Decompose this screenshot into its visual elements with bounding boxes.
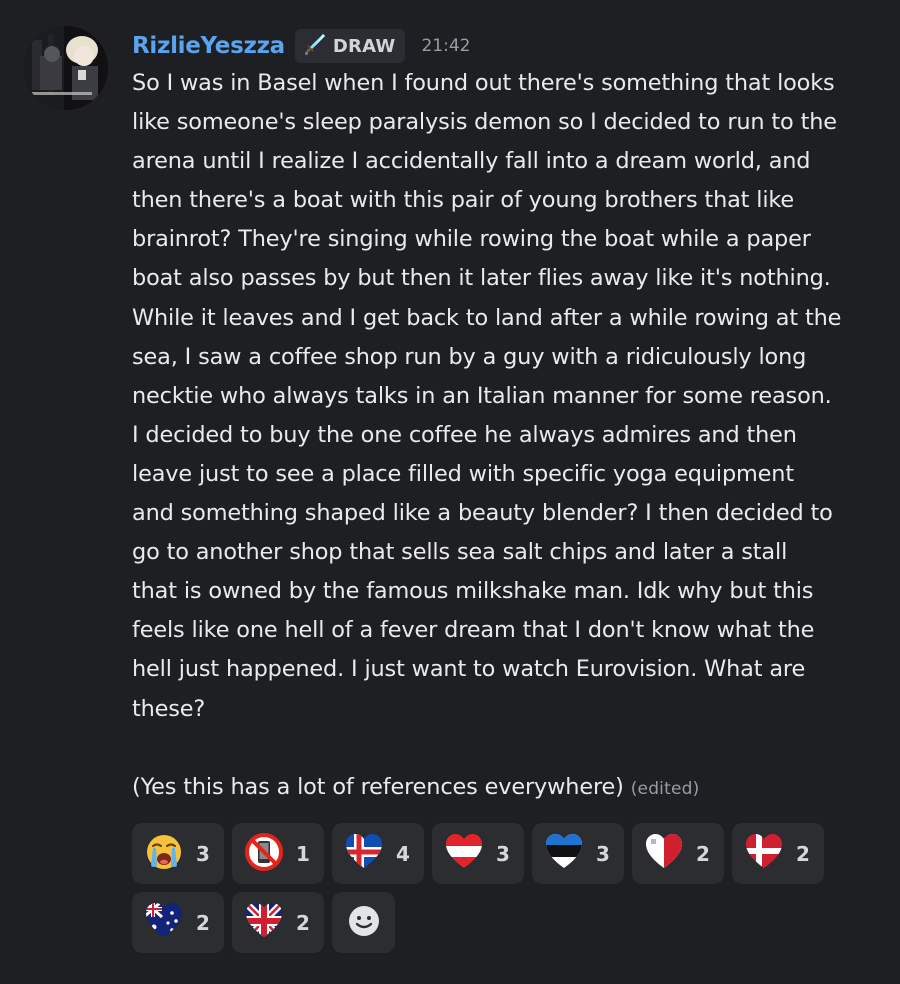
reaction-malta-heart[interactable]: 2 <box>632 823 724 884</box>
reaction-iceland-heart[interactable]: 4 <box>332 823 424 884</box>
timestamp[interactable]: 21:42 <box>421 36 470 56</box>
reaction-count: 1 <box>296 841 310 866</box>
message-line: arena until I realize I accidentally fal… <box>132 148 811 175</box>
message-line: feels like one hell of a fever dream tha… <box>132 617 815 644</box>
reaction-count: 2 <box>796 841 810 866</box>
message-line: sea, I saw a coffee shop run by a guy wi… <box>132 343 807 370</box>
loudly-crying-face-icon <box>144 832 184 876</box>
user-avatar[interactable] <box>24 26 108 110</box>
reaction-no-mobile-phones[interactable]: 1 <box>232 823 324 884</box>
edited-label[interactable]: (edited) <box>631 779 700 799</box>
reaction-count: 2 <box>696 841 710 866</box>
message-line: go to another shop that sells sea salt c… <box>132 539 788 566</box>
no-mobile-phones-icon <box>244 832 284 876</box>
reaction-count: 2 <box>296 910 310 935</box>
reaction-count: 3 <box>496 841 510 866</box>
message-line: like someone's sleep paralysis demon so … <box>132 109 837 136</box>
message-line: I decided to buy the one coffee he alway… <box>132 421 797 448</box>
reaction-austria-heart[interactable]: 3 <box>432 823 524 884</box>
message-line: then there's a boat with this pair of yo… <box>132 187 795 214</box>
reaction-count: 4 <box>396 841 410 866</box>
message-line: While it leaves and I get back to land a… <box>132 304 842 331</box>
message-line: these? <box>132 695 206 722</box>
reaction-count: 3 <box>596 841 610 866</box>
message-line: hell just happened. I just want to watch… <box>132 656 806 683</box>
guild-tag[interactable]: DRAW <box>294 29 406 63</box>
paragraph-break <box>132 729 882 768</box>
reaction-australia-heart[interactable]: 2 <box>132 892 224 953</box>
add-reaction-button[interactable] <box>332 892 395 953</box>
australia-heart-icon <box>144 901 184 945</box>
reaction-denmark-heart[interactable]: 2 <box>732 823 824 884</box>
malta-heart-icon <box>644 832 684 876</box>
message-header: RizlieYeszza DRAW 21:42 <box>132 28 470 64</box>
message-line: that is owned by the famous milkshake ma… <box>132 578 814 605</box>
footnote-text: (Yes this has a lot of references everyw… <box>132 773 624 800</box>
estonia-heart-icon <box>544 832 584 876</box>
denmark-heart-icon <box>744 832 784 876</box>
reaction-count: 2 <box>196 910 210 935</box>
message-line: So I was in Basel when I found out there… <box>132 70 835 96</box>
message-line: boat also passes by but then it later fl… <box>132 265 831 292</box>
guild-tag-label: DRAW <box>332 35 396 57</box>
sword-icon <box>303 32 327 60</box>
reaction-uk-heart[interactable]: 2 <box>232 892 324 953</box>
austria-heart-icon <box>444 832 484 876</box>
reaction-count: 3 <box>196 841 210 866</box>
message-line: necktie who always talks in an Italian m… <box>132 382 832 409</box>
message-line: and something shaped like a beauty blend… <box>132 500 833 527</box>
reactions-bar: 3 1 4 3 3 2 2 2 2 <box>132 823 852 953</box>
message-line: brainrot? They're singing while rowing t… <box>132 226 811 253</box>
message-line: leave just to see a place filled with sp… <box>132 460 794 487</box>
message-footnote: (Yes this has a lot of references everyw… <box>132 768 882 809</box>
message-content: So I was in Basel when I found out there… <box>132 64 882 809</box>
uk-heart-icon <box>244 901 284 945</box>
reaction-loudly-crying-face[interactable]: 3 <box>132 823 224 884</box>
smiley-icon <box>346 903 382 943</box>
username[interactable]: RizlieYeszza <box>132 33 285 59</box>
reaction-estonia-heart[interactable]: 3 <box>532 823 624 884</box>
iceland-heart-icon <box>344 832 384 876</box>
